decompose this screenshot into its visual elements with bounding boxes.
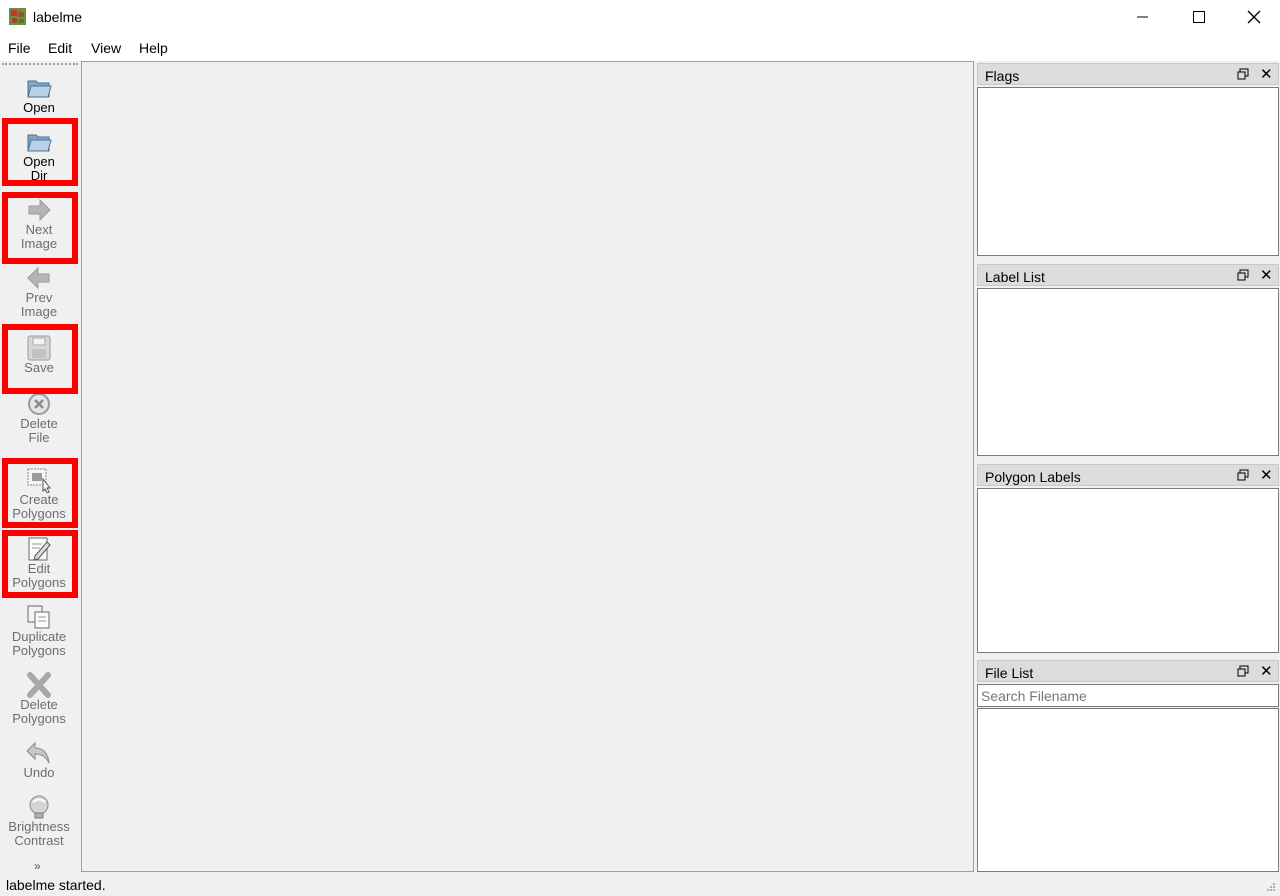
- close-dock-icon[interactable]: ✕: [1260, 266, 1273, 284]
- search-filename-input[interactable]: [977, 684, 1279, 707]
- highlight-save: [2, 324, 78, 394]
- menu-help[interactable]: Help: [139, 40, 168, 56]
- folder-open-icon: [27, 80, 52, 98]
- delete-polygons-button[interactable]: Delete Polygons: [0, 672, 78, 726]
- highlight-create-polygons: [2, 458, 78, 528]
- close-window-button[interactable]: [1231, 0, 1277, 34]
- title-bar: labelme: [0, 0, 1280, 34]
- prev-image-button[interactable]: Prev Image: [0, 265, 78, 319]
- label-list[interactable]: [977, 288, 1279, 456]
- toolbar-grip[interactable]: [2, 63, 78, 65]
- polygon-labels-dock-title: Polygon Labels: [985, 469, 1081, 485]
- close-dock-icon[interactable]: ✕: [1260, 466, 1273, 484]
- open-button[interactable]: Open: [0, 75, 78, 115]
- flags-dock-title: Flags: [985, 68, 1020, 84]
- menu-file[interactable]: File: [8, 40, 31, 56]
- flags-dock-header: Flags ✕: [977, 63, 1279, 85]
- undo-button[interactable]: Undo: [0, 740, 78, 780]
- resize-grip-icon[interactable]: [1266, 882, 1276, 892]
- file-list-dock-header: File List ✕: [977, 660, 1279, 682]
- menu-edit[interactable]: Edit: [48, 40, 72, 56]
- highlight-open-dir: [2, 118, 78, 186]
- float-dock-icon[interactable]: [1237, 68, 1249, 80]
- label-list-dock-header: Label List ✕: [977, 264, 1279, 286]
- highlight-edit-polygons: [2, 530, 78, 598]
- menu-bar: File Edit View Help: [0, 34, 1280, 61]
- label-list-dock-title: Label List: [985, 269, 1045, 285]
- polygon-labels-list[interactable]: [977, 488, 1279, 653]
- toolbar-overflow-button[interactable]: »: [34, 859, 41, 873]
- window-title: labelme: [33, 9, 83, 25]
- float-dock-icon[interactable]: [1237, 469, 1249, 481]
- menu-view[interactable]: View: [91, 40, 121, 56]
- close-dock-icon[interactable]: ✕: [1260, 662, 1273, 680]
- flags-list[interactable]: [977, 87, 1279, 256]
- delete-file-button[interactable]: Delete File: [0, 391, 78, 445]
- maximize-icon: [1193, 11, 1205, 23]
- minimize-button[interactable]: [1120, 0, 1166, 34]
- image-canvas[interactable]: [81, 61, 974, 872]
- arrow-left-icon: [27, 266, 50, 290]
- maximize-button[interactable]: [1176, 0, 1222, 34]
- labelme-app-icon: [9, 8, 26, 25]
- close-icon: [1247, 10, 1261, 24]
- duplicate-polygons-button[interactable]: Duplicate Polygons: [0, 604, 78, 658]
- float-dock-icon[interactable]: [1237, 665, 1249, 677]
- minimize-icon: [1137, 16, 1148, 18]
- float-dock-icon[interactable]: [1237, 269, 1249, 281]
- status-bar: labelme started.: [0, 872, 1280, 896]
- brightness-icon: [29, 795, 49, 819]
- duplicate-icon: [27, 605, 50, 629]
- delete-x-icon: [27, 672, 51, 698]
- brightness-contrast-button[interactable]: Brightness Contrast: [0, 794, 78, 848]
- circle-x-icon: [28, 393, 50, 415]
- file-list-dock-title: File List: [985, 665, 1034, 681]
- file-list[interactable]: [977, 708, 1279, 872]
- undo-icon: [26, 741, 50, 764]
- polygon-labels-dock-header: Polygon Labels ✕: [977, 464, 1279, 486]
- status-message: labelme started.: [6, 877, 106, 893]
- close-dock-icon[interactable]: ✕: [1260, 65, 1273, 83]
- highlight-next-image: [2, 192, 78, 264]
